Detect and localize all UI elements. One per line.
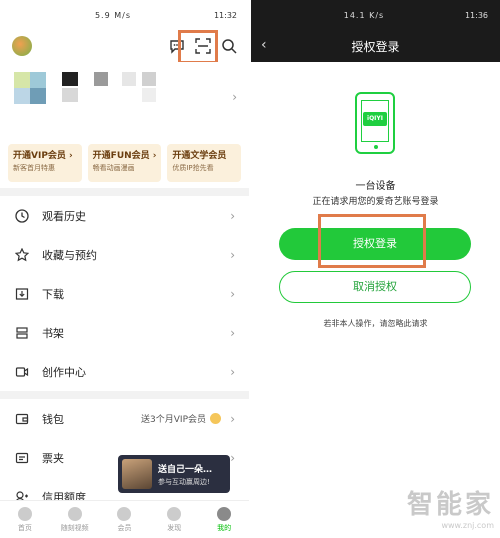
status-time: 11:32	[213, 10, 237, 20]
blurred-name-tile	[122, 72, 136, 86]
profile-icon	[217, 506, 232, 521]
toast-title: 送自己一朵…	[158, 464, 213, 475]
bottom-tab-bar: 首页 随刻视频 会员 发现 我的	[0, 500, 249, 538]
menu-item-label: 收藏与预约	[42, 248, 97, 262]
iqiyi-logo: iQIYI	[363, 112, 387, 126]
star-icon	[14, 247, 30, 263]
blurred-avatar-tile	[30, 72, 46, 88]
blurred-avatar-tile	[14, 72, 30, 88]
chevron-right-icon: ›	[230, 287, 235, 301]
video-icon	[14, 364, 30, 380]
toast-image	[122, 459, 152, 489]
chevron-right-icon: ›	[230, 365, 235, 379]
wallet-promo: 送3个月VIP会员	[141, 412, 221, 425]
promo-vip[interactable]: 开通VIP会员 › 新客首月特惠	[8, 144, 82, 182]
chevron-right-icon: ›	[230, 248, 235, 262]
blurred-name-tile	[62, 72, 78, 86]
blurred-avatar-tile	[30, 88, 46, 104]
watermark-url: www.znj.com	[441, 521, 494, 530]
profile-card[interactable]: ›	[0, 62, 249, 138]
compass-icon	[167, 506, 182, 521]
blurred-avatar-tile	[14, 88, 30, 104]
menu-item-creator-center[interactable]: 创作中心 ›	[0, 352, 249, 391]
blurred-name-tile	[142, 72, 156, 86]
status-bar: 5.9 M/s 11:32	[0, 0, 249, 30]
chevron-right-icon: ›	[230, 326, 235, 340]
blurred-name-tile	[94, 72, 108, 86]
search-icon[interactable]	[221, 38, 237, 54]
download-icon	[14, 286, 30, 302]
promo-literature[interactable]: 开通文学会员 优质IP抢先看	[167, 144, 242, 182]
top-bar	[0, 30, 249, 64]
menu-group-1: 观看历史 › 收藏与预约 › 下载 › 书架 › 创作中心 ›	[0, 196, 249, 391]
menu-item-history[interactable]: 观看历史 ›	[0, 196, 249, 235]
menu-item-label: 书架	[42, 326, 64, 340]
ignore-note: 若非本人操作，请忽略此请求	[323, 319, 428, 328]
request-message: 正在请求用您的爱奇艺账号登录	[312, 197, 439, 207]
wallet-icon	[14, 411, 30, 427]
tab-mine[interactable]: 我的	[199, 501, 249, 538]
toast-subtitle: 参与互动赢周边!	[158, 477, 210, 486]
menu-item-label: 钱包	[42, 412, 64, 426]
crown-icon	[117, 506, 132, 521]
home-icon	[17, 506, 32, 521]
phone-illustration: iQIYI	[355, 92, 395, 154]
page-title: 授权登录	[351, 39, 400, 54]
menu-item-favorites[interactable]: 收藏与预约 ›	[0, 235, 249, 274]
avatar[interactable]	[12, 36, 32, 56]
cancel-authorization-button[interactable]: 取消授权	[279, 271, 471, 303]
tab-suike-video[interactable]: 随刻视频	[50, 501, 100, 538]
ticket-icon	[14, 450, 30, 466]
blurred-name-tile	[62, 88, 78, 102]
status-time: 11:36	[464, 10, 488, 20]
home-button-dot	[374, 145, 378, 149]
blurred-name-tile	[142, 88, 156, 102]
tab-discover[interactable]: 发现	[149, 501, 199, 538]
menu-item-download[interactable]: 下载 ›	[0, 274, 249, 313]
menu-item-label: 票夹	[42, 451, 64, 465]
network-speed: 14.1 K/s	[343, 10, 385, 20]
section-divider	[0, 391, 249, 399]
auth-header: ‹ 授权登录	[251, 30, 500, 62]
tab-home[interactable]: 首页	[0, 501, 50, 538]
back-arrow-icon[interactable]: ‹	[261, 37, 267, 53]
watermark: 智能家 www.znj.com	[407, 484, 494, 530]
network-speed: 5.9 M/s	[94, 10, 131, 20]
menu-item-bookshelf[interactable]: 书架 ›	[0, 313, 249, 352]
chevron-right-icon: ›	[230, 451, 235, 465]
clock-icon	[14, 208, 30, 224]
confirm-highlight-box	[318, 214, 426, 268]
chevron-right-icon: ›	[232, 90, 237, 104]
left-phone-screen: 5.9 M/s 11:32 › 开通VIP会员 › 新客首月特惠 开通FUN会员…	[0, 0, 249, 538]
device-label: 一台设备	[355, 181, 396, 192]
bookshelf-icon	[14, 325, 30, 341]
tab-membership[interactable]: 会员	[100, 501, 150, 538]
right-phone-screen: 14.1 K/s 11:36 ‹ 授权登录 iQIYI 一台设备 正在请求用您的…	[251, 0, 500, 538]
chevron-right-icon: ›	[230, 412, 235, 426]
coin-icon	[210, 413, 221, 424]
video-tab-icon	[67, 506, 82, 521]
promo-toast[interactable]: 送自己一朵… 参与互动赢周边!	[118, 455, 230, 493]
chevron-right-icon: ›	[230, 209, 235, 223]
menu-item-label: 下载	[42, 287, 64, 301]
menu-item-label: 创作中心	[42, 365, 86, 379]
menu-item-label: 观看历史	[42, 209, 86, 223]
menu-item-wallet[interactable]: 钱包 送3个月VIP会员 ›	[0, 399, 249, 438]
watermark-brand: 智能家	[406, 490, 494, 520]
status-bar: 14.1 K/s 11:36	[251, 0, 500, 30]
membership-promos: 开通VIP会员 › 新客首月特惠 开通FUN会员 › 畅看动画漫画 开通文学会员…	[0, 138, 249, 188]
scan-highlight-box	[178, 30, 218, 64]
promo-fun[interactable]: 开通FUN会员 › 畅看动画漫画	[87, 144, 162, 182]
